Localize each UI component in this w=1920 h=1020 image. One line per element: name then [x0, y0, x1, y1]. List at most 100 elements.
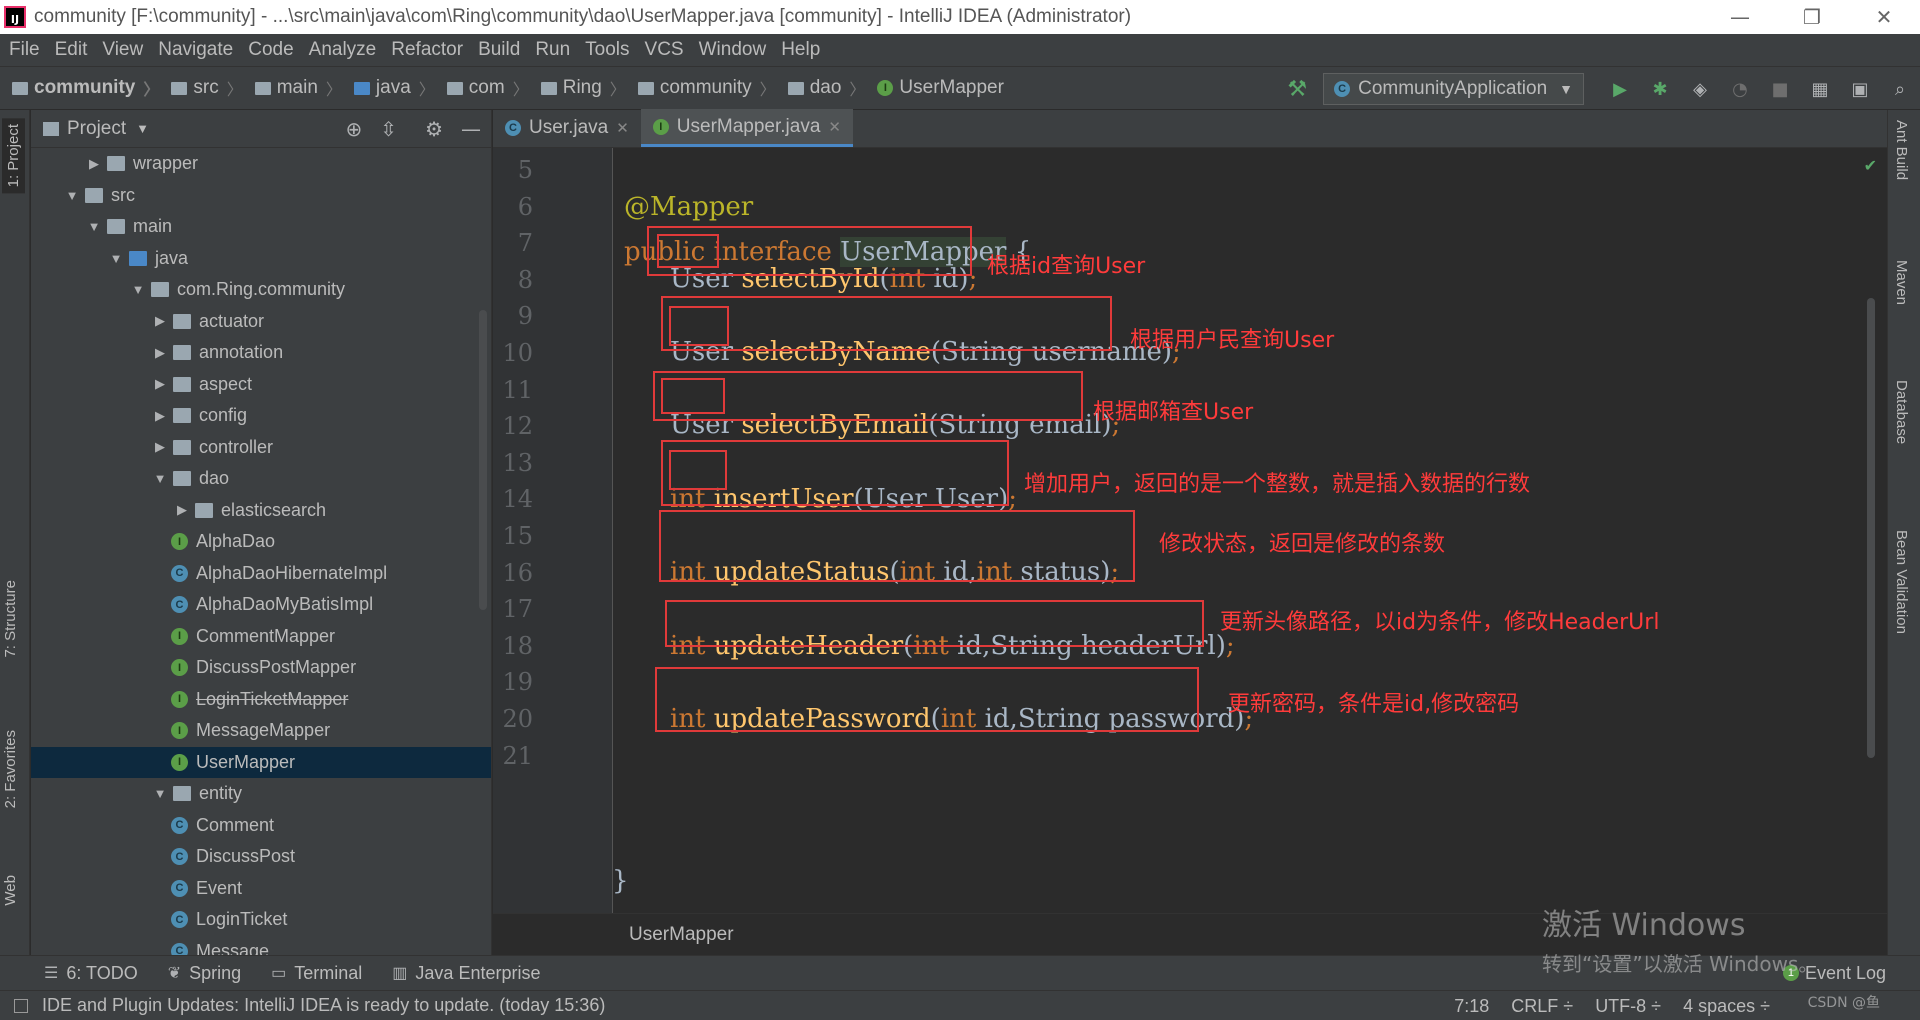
close-tab-icon[interactable]: ✕ — [828, 118, 841, 136]
tree-item[interactable]: ▼ dao — [31, 463, 491, 495]
expand-right-icon[interactable]: ▶ — [151, 376, 169, 392]
tab-spring[interactable]: ❦ Spring — [168, 963, 241, 984]
project-structure-icon[interactable]: ▦ — [1808, 77, 1832, 101]
locate-target-icon[interactable]: ⊕ — [346, 117, 363, 141]
menu-vcs[interactable]: VCS — [640, 39, 694, 61]
tab-todo[interactable]: ☰ 6: TODO — [44, 963, 138, 984]
search-icon[interactable]: ⌕ — [1888, 77, 1912, 101]
tab-usermapper-java[interactable]: I UserMapper.java ✕ — [640, 109, 853, 147]
menu-tools[interactable]: Tools — [580, 39, 639, 61]
tree-item[interactable]: I MessageMapper — [31, 715, 491, 747]
menu-view[interactable]: View — [97, 39, 153, 61]
expand-right-icon[interactable]: ▶ — [85, 156, 103, 172]
menu-run[interactable]: Run — [530, 39, 580, 61]
stop-icon[interactable]: ■ — [1768, 77, 1792, 101]
expand-right-icon[interactable]: ▶ — [151, 313, 169, 329]
tab-project[interactable]: 1: Project — [2, 118, 25, 194]
tab-ant-build[interactable]: Ant Build — [1893, 120, 1910, 180]
tree-item[interactable]: C Comment — [31, 810, 491, 842]
expand-down-icon[interactable]: ▼ — [85, 219, 103, 234]
tab-web[interactable]: Web — [2, 875, 19, 906]
menu-refactor[interactable]: Refactor — [386, 39, 473, 61]
tab-favorites[interactable]: 2: Favorites — [2, 730, 19, 808]
tree-item[interactable]: I LoginTicketMapper — [31, 684, 491, 716]
menu-edit[interactable]: Edit — [50, 39, 98, 61]
project-view-select[interactable]: Project ▼ — [43, 118, 149, 140]
indent-setting[interactable]: 4 spaces ÷ — [1683, 996, 1770, 1017]
breadcrumb-dao[interactable]: dao 〉 — [776, 76, 865, 100]
breadcrumb-src[interactable]: src 〉 — [159, 76, 243, 100]
status-message[interactable]: IDE and Plugin Updates: IntelliJ IDEA is… — [14, 995, 605, 1016]
breadcrumb-ring[interactable]: Ring 〉 — [529, 76, 626, 100]
menu-file[interactable]: File — [4, 39, 50, 61]
expand-down-icon[interactable]: ▼ — [129, 282, 147, 297]
tree-item[interactable]: ▼ java — [31, 243, 491, 275]
menu-help[interactable]: Help — [776, 39, 830, 61]
tree-item[interactable]: I CommentMapper — [31, 621, 491, 653]
menu-navigate[interactable]: Navigate — [153, 39, 243, 61]
tree-item[interactable]: ▶ config — [31, 400, 491, 432]
tab-database[interactable]: Database — [1893, 380, 1910, 444]
tab-bean-validation[interactable]: Bean Validation — [1893, 530, 1910, 634]
run-configuration-select[interactable]: C CommunityApplication ▼ — [1323, 73, 1584, 105]
minimize-button[interactable]: — — [1704, 0, 1776, 34]
debug-icon[interactable]: ✱ — [1648, 77, 1672, 101]
expand-down-icon[interactable]: ▼ — [107, 251, 125, 266]
menu-code[interactable]: Code — [243, 39, 303, 61]
tree-item[interactable]: C Message — [31, 936, 491, 955]
expand-down-icon[interactable]: ▼ — [63, 188, 81, 203]
tree-item[interactable]: C Event — [31, 873, 491, 905]
tree-item[interactable]: ▶ actuator — [31, 306, 491, 338]
tree-item[interactable]: I DiscussPostMapper — [31, 652, 491, 684]
gear-icon[interactable]: ⚙ — [425, 117, 443, 141]
expand-right-icon[interactable]: ▶ — [173, 502, 191, 518]
expand-down-icon[interactable]: ▼ — [151, 471, 169, 486]
expand-down-icon[interactable]: ▼ — [151, 786, 169, 801]
tab-maven[interactable]: Maven — [1893, 260, 1910, 305]
tree-item[interactable]: I AlphaDao — [31, 526, 491, 558]
menu-build[interactable]: Build — [473, 39, 530, 61]
tree-item[interactable]: I UserMapper — [31, 746, 491, 778]
run-icon[interactable]: ▶ — [1608, 77, 1632, 101]
tab-user-java[interactable]: C User.java ✕ — [493, 109, 641, 147]
expand-right-icon[interactable]: ▶ — [151, 345, 169, 361]
tab-java-enterprise[interactable]: ▥ Java Enterprise — [392, 963, 540, 984]
breadcrumb-com[interactable]: com 〉 — [435, 76, 529, 100]
toggle-tool-windows-icon[interactable] — [14, 998, 28, 1013]
breadcrumb-usermapper[interactable]: I UserMapper — [865, 77, 1004, 99]
build-hammer-icon[interactable]: ⚒ — [1287, 77, 1307, 102]
tree-item[interactable]: ▶ controller — [31, 432, 491, 464]
tree-item[interactable]: C AlphaDaoMyBatisImpl — [31, 589, 491, 621]
coverage-icon[interactable]: ◈ — [1688, 77, 1712, 101]
tree-item[interactable]: ▼ src — [31, 180, 491, 212]
breadcrumb-community-root[interactable]: community 〉 — [0, 76, 159, 100]
tree-item[interactable]: C DiscussPost — [31, 841, 491, 873]
expand-right-icon[interactable]: ▶ — [151, 439, 169, 455]
tree-item[interactable]: ▼ com.Ring.community — [31, 274, 491, 306]
tree-item[interactable]: C AlphaDaoHibernateImpl — [31, 558, 491, 590]
profile-icon[interactable]: ◔ — [1728, 77, 1752, 101]
tree-item[interactable]: C LoginTicket — [31, 904, 491, 936]
tree-item[interactable]: ▶ aspect — [31, 369, 491, 401]
breadcrumb-java[interactable]: java 〉 — [342, 76, 435, 100]
breadcrumb-community-pkg[interactable]: community 〉 — [626, 76, 776, 100]
tree-item[interactable]: ▶ wrapper — [31, 148, 491, 180]
line-separator[interactable]: CRLF ÷ — [1511, 996, 1573, 1017]
tree-item[interactable]: ▶ elasticsearch — [31, 495, 491, 527]
collapse-all-icon[interactable]: ⇳ — [380, 117, 397, 141]
expand-right-icon[interactable]: ▶ — [151, 408, 169, 424]
editor-scroll-thumb[interactable] — [1867, 298, 1875, 758]
code-editor[interactable]: @Mapper public interface UserMapper { } … — [612, 148, 1857, 913]
breadcrumb-main[interactable]: main 〉 — [243, 76, 342, 100]
caret-position[interactable]: 7:18 — [1454, 996, 1489, 1017]
project-scrollbar[interactable] — [479, 310, 487, 610]
terminal-window-icon[interactable]: ▣ — [1848, 77, 1872, 101]
file-encoding[interactable]: UTF-8 ÷ — [1595, 996, 1661, 1017]
menu-window[interactable]: Window — [694, 39, 777, 61]
tab-terminal[interactable]: ▭ Terminal — [271, 963, 362, 984]
menu-analyze[interactable]: Analyze — [304, 39, 387, 61]
editor-breadcrumb[interactable]: UserMapper — [629, 924, 734, 946]
close-tab-icon[interactable]: ✕ — [616, 119, 629, 137]
editor-scrollbar[interactable]: ✔ — [1857, 148, 1887, 913]
tab-structure[interactable]: 7: Structure — [2, 580, 19, 658]
